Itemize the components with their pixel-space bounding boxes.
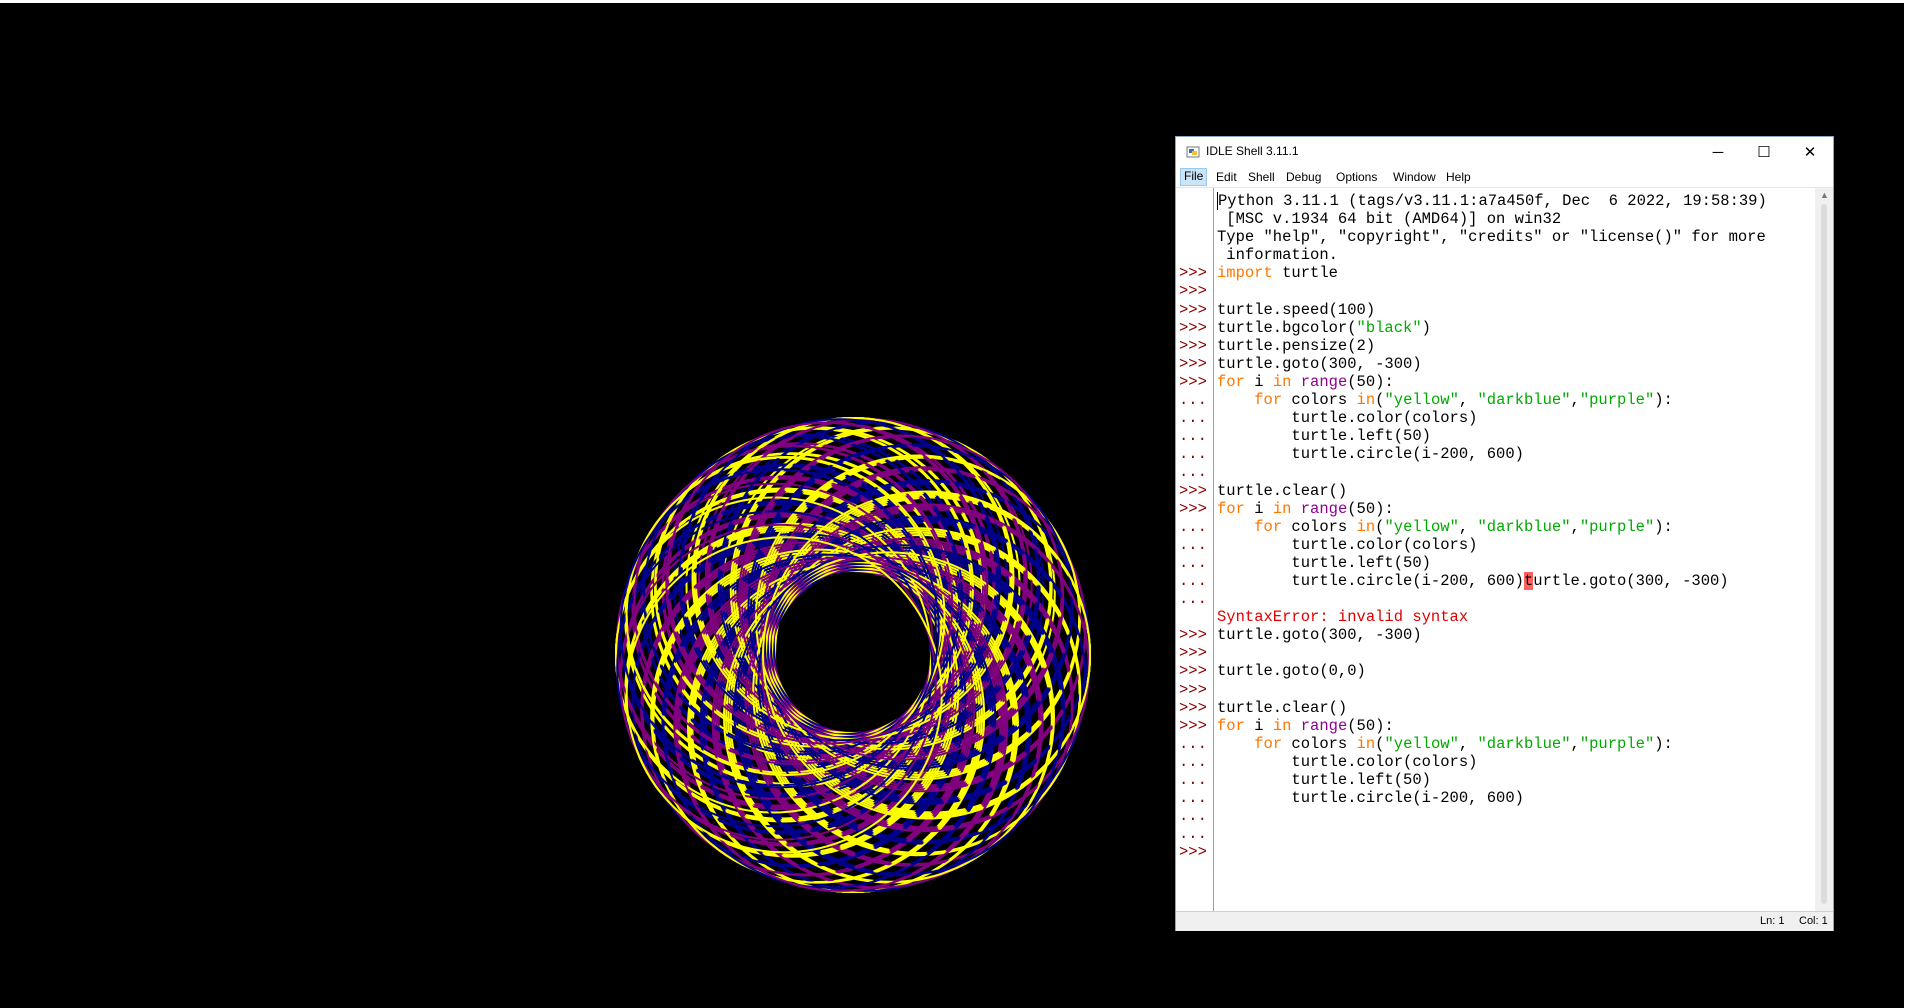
scroll-up-arrow-icon[interactable]: ▲ <box>1820 190 1829 200</box>
prompt-column: >>> >>> >>> >>> >>> >>> >>> ... ... ... … <box>1179 192 1207 861</box>
prompt-marker: ... <box>1179 752 1207 771</box>
prompt-marker: >>> <box>1179 680 1207 699</box>
prompt-marker: ... <box>1179 409 1207 428</box>
prompt-marker: >>> <box>1179 336 1207 355</box>
code-line: turtle.clear() <box>1217 481 1348 500</box>
menu-window[interactable]: Window <box>1390 169 1439 185</box>
code-line: turtle.goto(300, -300) <box>1217 354 1422 373</box>
code-line: turtle.color(colors) <box>1217 535 1478 554</box>
minimize-icon: ─ <box>1712 143 1724 161</box>
prompt-marker: >>> <box>1179 372 1207 391</box>
menu-debug[interactable]: Debug <box>1283 169 1324 185</box>
code-line: for colors in("yellow", "darkblue","purp… <box>1254 734 1673 753</box>
prompt-marker: >>> <box>1179 354 1207 373</box>
turtle-drawing <box>615 417 1091 893</box>
close-button[interactable]: ✕ <box>1787 137 1833 167</box>
prompt-marker: >>> <box>1179 481 1207 500</box>
prompt-marker: ... <box>1179 535 1207 554</box>
prompt-marker: ... <box>1179 553 1207 572</box>
status-bar: Ln: 1 Col: 1 <box>1176 911 1833 931</box>
banner-line: information. <box>1217 246 1338 265</box>
window-title: IDLE Shell 3.11.1 <box>1206 144 1299 158</box>
title-bar[interactable]: IDLE Shell 3.11.1 ─ ☐ ✕ <box>1176 137 1833 167</box>
vertical-scrollbar[interactable]: ▲ <box>1816 188 1833 918</box>
code-line: turtle.goto(0,0) <box>1217 662 1366 681</box>
prompt-marker: >>> <box>1179 644 1207 663</box>
prompt-marker: ... <box>1179 445 1207 464</box>
code-line: turtle.circle(i-200, 600)turtle.goto(300… <box>1217 571 1729 590</box>
code-line: for i in range(50): <box>1217 716 1394 735</box>
code-line: turtle.pensize(2) <box>1217 336 1376 355</box>
prompt-marker: ... <box>1179 771 1207 789</box>
banner-line: Type "help", "copyright", "credits" or "… <box>1217 228 1766 247</box>
prompt-marker: ... <box>1179 734 1207 753</box>
prompt-marker: >>> <box>1179 318 1207 337</box>
code-line: turtle.goto(300, -300) <box>1217 626 1422 645</box>
menu-help[interactable]: Help <box>1443 169 1474 185</box>
prompt-marker: >>> <box>1179 300 1207 319</box>
idle-shell-window: IDLE Shell 3.11.1 ─ ☐ ✕ File Edit Shell … <box>1175 136 1834 931</box>
prompt-marker: ... <box>1179 391 1207 410</box>
code-line: turtle.left(50) <box>1217 771 1431 789</box>
prompt-marker: >>> <box>1179 698 1207 717</box>
prompt-marker: ... <box>1179 590 1207 609</box>
code-line: turtle.circle(i-200, 600) <box>1217 789 1524 808</box>
close-icon: ✕ <box>1803 144 1817 161</box>
code-line: SyntaxError: invalid syntax <box>1217 608 1469 627</box>
code-line: turtle.clear() <box>1217 698 1348 717</box>
code-line: for i in range(50): <box>1217 499 1394 518</box>
prompt-marker: ... <box>1179 427 1207 446</box>
code-line: turtle.speed(100) <box>1217 300 1376 319</box>
line-number-indicator: Ln: 1 <box>1760 915 1785 927</box>
code-line: turtle.bgcolor("black") <box>1217 318 1431 337</box>
prompt-marker: ... <box>1179 825 1207 844</box>
minimize-button[interactable]: ─ <box>1695 137 1741 167</box>
column-number-indicator: Col: 1 <box>1799 915 1828 927</box>
code-line: turtle.left(50) <box>1217 553 1431 572</box>
banner-line: Python 3.11.1 (tags/v3.11.1:a7a450f, Dec… <box>1217 192 1767 210</box>
python-idle-icon <box>1186 146 1200 158</box>
code-line: turtle.circle(i-200, 600) <box>1217 445 1524 464</box>
code-line: for i in range(50): <box>1217 372 1394 391</box>
scrollbar-thumb[interactable] <box>1821 204 1827 904</box>
menu-bar: File Edit Shell Debug Options Window Hel… <box>1176 167 1833 188</box>
menu-file[interactable]: File <box>1180 168 1208 186</box>
prompt-marker: ... <box>1179 789 1207 808</box>
code-line: for colors in("yellow", "darkblue","purp… <box>1254 391 1673 410</box>
maximize-icon: ☐ <box>1757 144 1771 161</box>
shell-output: Python 3.11.1 (tags/v3.11.1:a7a450f, Dec… <box>1217 192 1767 861</box>
prompt-marker: ... <box>1179 517 1207 536</box>
prompt-gutter: >>> >>> >>> >>> >>> >>> >>> ... ... ... … <box>1176 188 1214 918</box>
prompt-marker: >>> <box>1179 499 1207 518</box>
prompt-marker: >>> <box>1179 662 1207 681</box>
code-line: turtle.left(50) <box>1217 427 1431 446</box>
prompt-marker: >>> <box>1179 843 1207 862</box>
banner-line: [MSC v.1934 64 bit (AMD64)] on win32 <box>1217 210 1562 229</box>
menu-shell[interactable]: Shell <box>1245 169 1278 185</box>
shell-text-area[interactable]: Python 3.11.1 (tags/v3.11.1:a7a450f, Dec… <box>1214 188 1815 918</box>
menu-edit[interactable]: Edit <box>1213 169 1240 185</box>
code-line: turtle.color(colors) <box>1217 409 1478 428</box>
prompt-marker: >>> <box>1179 282 1207 301</box>
prompt-marker: ... <box>1179 571 1207 590</box>
code-line: import turtle <box>1217 264 1338 283</box>
menu-options[interactable]: Options <box>1333 169 1380 185</box>
prompt-marker: ... <box>1179 807 1207 826</box>
code-line: for colors in("yellow", "darkblue","purp… <box>1254 517 1673 536</box>
prompt-marker: >>> <box>1179 626 1207 645</box>
maximize-button[interactable]: ☐ <box>1741 137 1787 167</box>
code-line: turtle.color(colors) <box>1217 752 1478 771</box>
prompt-marker: >>> <box>1179 716 1207 735</box>
prompt-marker: ... <box>1179 463 1207 482</box>
prompt-marker: >>> <box>1179 264 1207 283</box>
